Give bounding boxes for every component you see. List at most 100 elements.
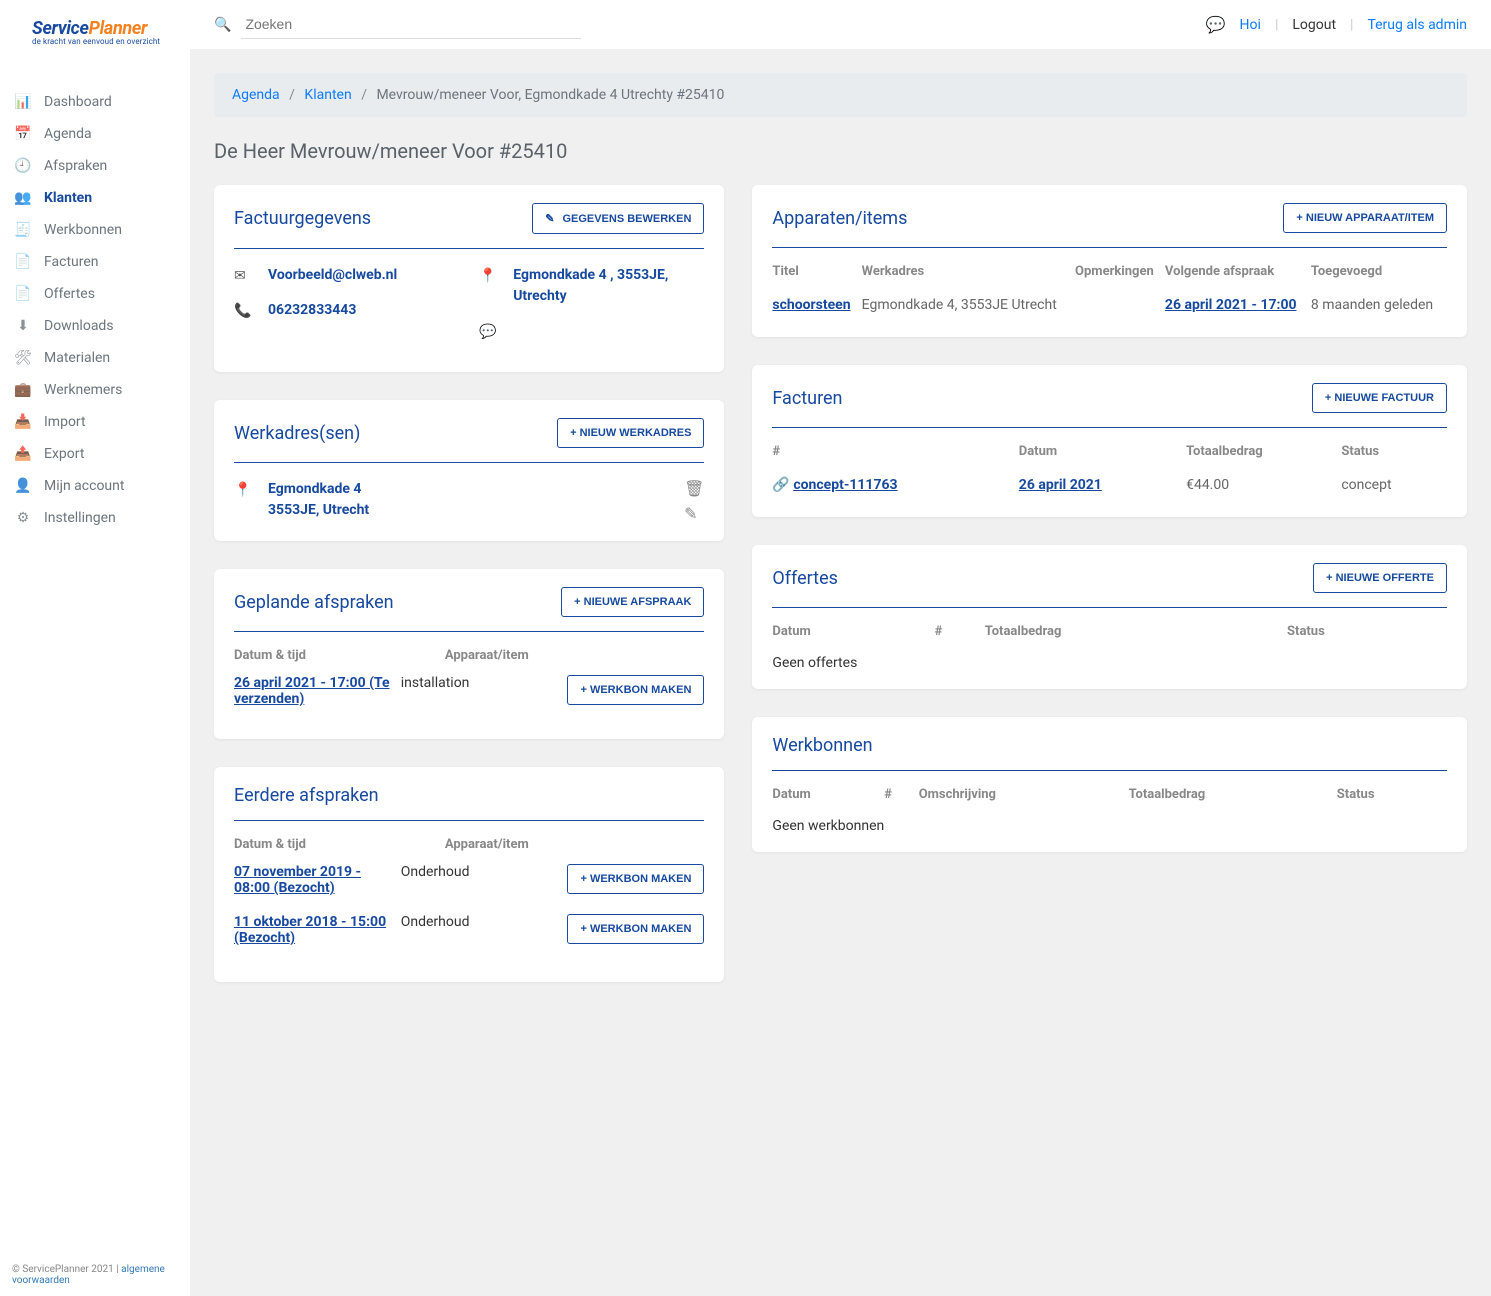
nav-export[interactable]: 📤Export <box>0 438 190 470</box>
past-appointment-link[interactable]: 11 oktober 2018 - 15:00 (Bezocht) <box>234 914 391 946</box>
card-planned-appointments: Geplande afspraken + NIEUWE AFSPRAAK Dat… <box>214 569 724 739</box>
email-value[interactable]: Voorbeeld@clweb.nl <box>268 265 397 286</box>
nav-werknemers[interactable]: 💼 Werknemers <box>0 374 190 406</box>
phone-value[interactable]: 06232833443 <box>268 300 356 321</box>
add-quote-button[interactable]: + NIEUWE OFFERTE <box>1313 563 1447 593</box>
briefcase-icon: 💼 <box>14 382 32 398</box>
page-title: De Heer Mevrouw/meneer Voor #25410 <box>214 139 1467 163</box>
file-icon: 📄 <box>14 286 32 302</box>
gear-icon: ⚙ <box>14 510 32 526</box>
card-invoice-data: Factuurgegevens ✎ GEGEVENS BEWERKEN ✉ Vo… <box>214 185 724 372</box>
add-device-button[interactable]: + NIEUW APPARAAT/ITEM <box>1283 203 1447 233</box>
separator: | <box>1275 17 1278 33</box>
nav-label: Offertes <box>44 286 95 302</box>
add-work-address-button[interactable]: + NIEUW WERKADRES <box>557 418 704 448</box>
th-datetime: Datum & tijd <box>234 648 445 675</box>
device-value: Onderhoud <box>401 914 558 930</box>
dashboard-icon: 📊 <box>14 94 32 110</box>
th-title: Titel <box>772 264 861 291</box>
card-title: Werkbonnen <box>772 735 872 756</box>
add-invoice-button[interactable]: + NIEUWE FACTUUR <box>1312 383 1447 413</box>
th-desc: Omschrijving <box>919 787 1129 814</box>
nav-label: Mijn account <box>44 478 124 494</box>
greeting-link[interactable]: Hoi <box>1240 17 1261 33</box>
device-next-link[interactable]: 26 april 2021 - 17:00 <box>1165 297 1297 313</box>
tools-icon: 🛠 <box>14 350 32 366</box>
logo[interactable]: ServicePlanner de kracht van eenvoud en … <box>0 0 190 56</box>
file-icon: 📄 <box>14 254 32 270</box>
card-title: Werkadres(sen) <box>234 423 360 444</box>
device-value: installation <box>401 675 558 691</box>
nav-werkbonnen[interactable]: 🧾Werkbonnen <box>0 214 190 246</box>
breadcrumb-klanten[interactable]: Klanten <box>304 87 351 103</box>
btn-label: GEGEVENS BEWERKEN <box>562 213 691 225</box>
invoice-link[interactable]: concept-111763 <box>793 477 897 493</box>
nav-downloads[interactable]: ⬇Downloads <box>0 310 190 342</box>
receipt-icon: 🧾 <box>14 222 32 238</box>
users-icon: 👥 <box>14 190 32 206</box>
card-title: Apparaten/items <box>772 208 907 229</box>
nav-dashboard[interactable]: 📊Dashboard <box>0 86 190 118</box>
th-device: Apparaat/item <box>445 837 688 864</box>
delete-address-icon[interactable]: 🗑 <box>684 479 704 498</box>
th-num: # <box>935 624 985 651</box>
edit-data-button[interactable]: ✎ GEGEVENS BEWERKEN <box>532 203 704 234</box>
nav-account[interactable]: 👤Mijn account <box>0 470 190 502</box>
nav-agenda[interactable]: 📅Agenda <box>0 118 190 150</box>
card-devices: Apparaten/items + NIEUW APPARAAT/ITEM Ti… <box>752 185 1467 337</box>
th-added: Toegevoegd <box>1311 264 1447 291</box>
nav-settings[interactable]: ⚙Instellingen <box>0 502 190 534</box>
nav-materialen[interactable]: 🛠Materialen <box>0 342 190 374</box>
make-workorder-button[interactable]: + WERKBON MAKEN <box>567 864 704 894</box>
th-total: Totaalbedrag <box>1129 787 1337 814</box>
envelope-icon: ✉ <box>234 268 250 284</box>
nav-label: Agenda <box>44 126 92 142</box>
link-icon: 🔗 <box>772 477 789 493</box>
search-input[interactable] <box>241 10 581 39</box>
card-invoices: Facturen + NIEUWE FACTUUR # Datum Totaal… <box>752 365 1467 517</box>
th-total: Totaalbedrag <box>1186 444 1341 471</box>
device-address: Egmondkade 4, 3553JE Utrecht <box>862 297 1057 313</box>
back-as-admin-link[interactable]: Terug als admin <box>1367 17 1467 33</box>
th-num: # <box>772 444 1018 471</box>
nav-afspraken[interactable]: 🕘Afspraken <box>0 150 190 182</box>
nav-offertes[interactable]: 📄 Offertes <box>0 278 190 310</box>
nav-klanten[interactable]: 👥Klanten <box>0 182 190 214</box>
nav-import[interactable]: 📥Import <box>0 406 190 438</box>
make-workorder-button[interactable]: + WERKBON MAKEN <box>567 675 704 705</box>
nav-label: Export <box>44 446 84 462</box>
work-address-link[interactable]: Egmondkade 4 3553JE, Utrecht <box>268 479 369 521</box>
card-title: Offertes <box>772 568 838 589</box>
add-appointment-button[interactable]: + NIEUWE AFSPRAAK <box>561 587 704 617</box>
phone-icon: 📞 <box>234 303 250 319</box>
map-pin-icon: 📍 <box>479 268 495 284</box>
sidebar: ServicePlanner de kracht van eenvoud en … <box>0 0 190 1296</box>
sidebar-footer: © ServicePlanner 2021 | algemene voorwaa… <box>0 1254 190 1296</box>
invoice-date-link[interactable]: 26 april 2021 <box>1019 477 1102 493</box>
nav-facturen[interactable]: 📄 Facturen <box>0 246 190 278</box>
device-title-link[interactable]: schoorsteen <box>772 297 850 313</box>
comment-icon[interactable]: 💬 <box>479 324 495 340</box>
th-status: Status <box>1341 444 1447 471</box>
search-icon[interactable]: 🔍 <box>214 17 231 33</box>
card-work-addresses: Werkadres(sen) + NIEUW WERKADRES 📍 Egmon… <box>214 400 724 541</box>
card-quotes: Offertes + NIEUWE OFFERTE Datum # Totaal… <box>752 545 1467 689</box>
past-appointment-link[interactable]: 07 november 2019 - 08:00 (Bezocht) <box>234 864 391 896</box>
nav-label: Afspraken <box>44 158 107 174</box>
card-title: Factuurgegevens <box>234 208 371 229</box>
make-workorder-button[interactable]: + WERKBON MAKEN <box>567 914 704 944</box>
nav-label: Werknemers <box>44 382 122 398</box>
edit-icon: ✎ <box>545 212 554 225</box>
breadcrumb-agenda[interactable]: Agenda <box>232 87 280 103</box>
device-value: Onderhoud <box>401 864 558 880</box>
address-value[interactable]: Egmondkade 4 , 3553JE, Utrechty <box>513 265 704 307</box>
chat-icon[interactable]: 💬 <box>1206 15 1226 34</box>
main-nav: 📊Dashboard 📅Agenda 🕘Afspraken 👥Klanten 🧾… <box>0 86 190 1254</box>
past-row: 07 november 2019 - 08:00 (Bezocht) Onder… <box>234 864 704 896</box>
appointment-link[interactable]: 26 april 2021 - 17:00 (Te verzenden) <box>234 675 391 707</box>
edit-address-icon[interactable]: ✎ <box>684 504 704 523</box>
workorders-empty: Geen werkbonnen <box>772 814 1447 834</box>
nav-label: Facturen <box>44 254 99 270</box>
th-datetime: Datum & tijd <box>234 837 445 864</box>
logout-link[interactable]: Logout <box>1292 17 1336 33</box>
